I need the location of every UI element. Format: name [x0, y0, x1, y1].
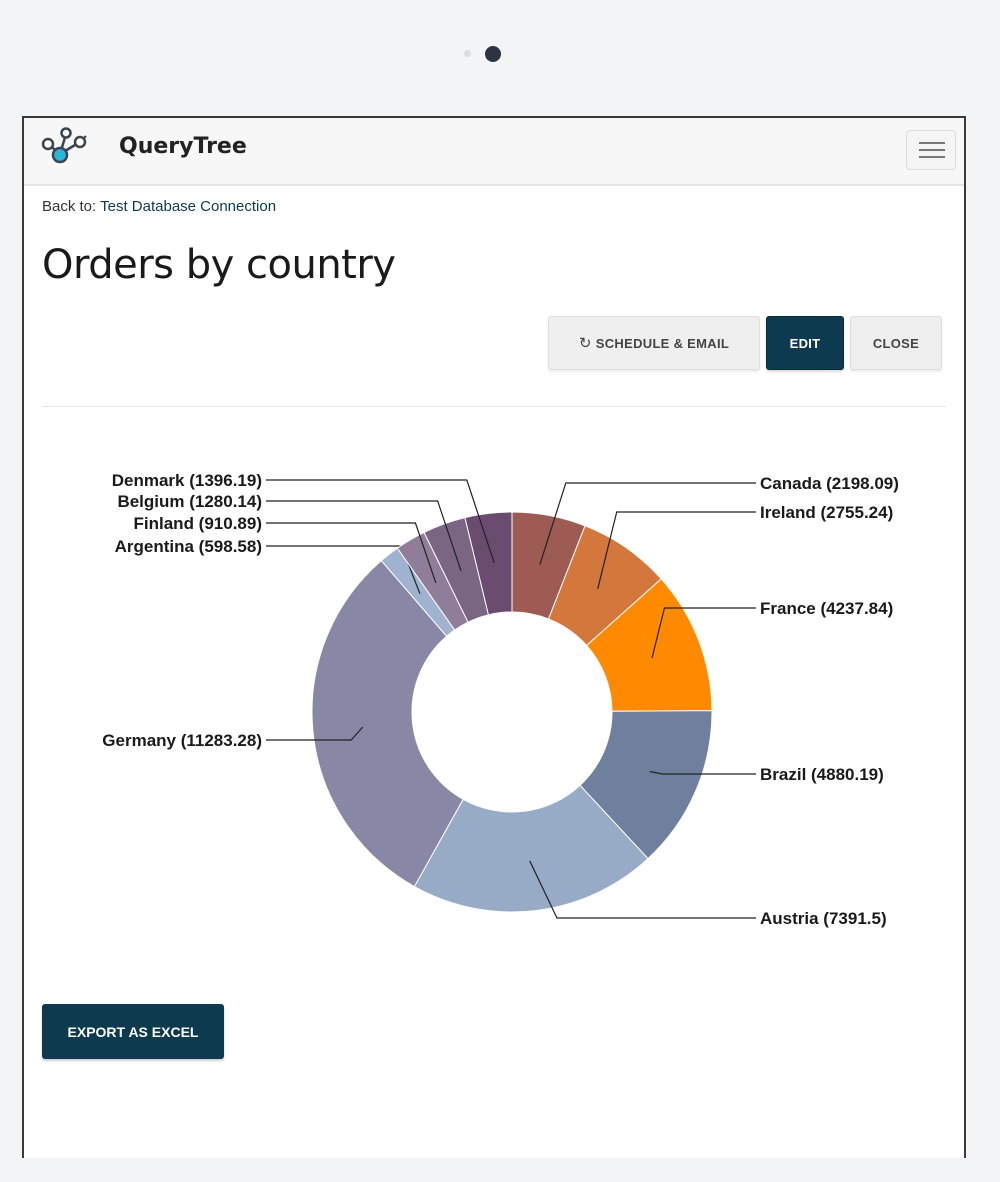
- data-label-germany: Germany (11283.28): [102, 731, 262, 750]
- hamburger-menu-icon-line: [919, 149, 945, 151]
- schedule-email-label: SCHEDULE & EMAIL: [595, 335, 730, 351]
- refresh-icon: ↻: [578, 335, 592, 352]
- data-label-canada: Canada (2198.09): [760, 474, 899, 493]
- navbar: QueryTree: [24, 118, 964, 186]
- data-label-brazil: Brazil (4880.19): [760, 765, 884, 784]
- data-label-france: France (4237.84): [760, 599, 893, 618]
- data-label-denmark: Denmark (1396.19): [112, 471, 262, 490]
- data-label-finland: Finland (910.89): [134, 514, 262, 533]
- donut-chart: Canada (2198.09) Ireland (2755.24) France …: [102, 471, 899, 928]
- close-button[interactable]: CLOSE: [850, 316, 942, 370]
- export-excel-button[interactable]: EXPORT AS EXCEL: [42, 1004, 224, 1059]
- page-indicator: [460, 46, 501, 62]
- breadcrumb: Back to: Test Database Connection: [42, 198, 276, 215]
- breadcrumb-prefix: Back to:: [42, 198, 97, 215]
- data-label-austria: Austria (7391.5): [760, 909, 887, 928]
- divider: [42, 406, 946, 407]
- page-dot-active[interactable]: [485, 46, 501, 62]
- edit-button[interactable]: EDIT: [766, 316, 844, 370]
- data-label-ireland: Ireland (2755.24): [760, 503, 893, 522]
- app-title[interactable]: QueryTree: [119, 134, 247, 159]
- data-label-argentina: Argentina (598.58): [115, 537, 262, 556]
- hamburger-menu-icon-line: [919, 156, 945, 158]
- breadcrumb-link[interactable]: Test Database Connection: [100, 198, 276, 215]
- page-dot-inactive[interactable]: [464, 50, 471, 57]
- app-window: QueryTree Back to: Test Database Connect…: [22, 116, 966, 1158]
- schedule-email-button[interactable]: ↻ SCHEDULE & EMAIL: [548, 316, 760, 370]
- page-title: Orders by country: [42, 242, 396, 288]
- hamburger-menu-icon: [919, 142, 945, 144]
- data-label-belgium: Belgium (1280.14): [117, 492, 262, 511]
- molecule-logo-icon[interactable]: [38, 124, 94, 168]
- menu-button[interactable]: [906, 130, 956, 170]
